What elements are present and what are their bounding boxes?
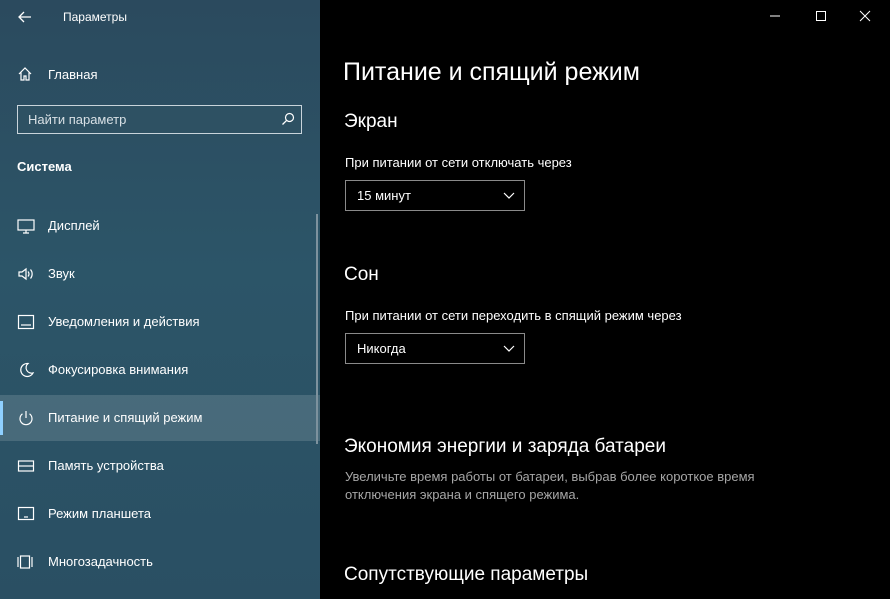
sidebar-scrollbar[interactable] bbox=[316, 214, 318, 444]
minimize-icon bbox=[770, 15, 780, 17]
screen-timeout-label: При питании от сети отключать через bbox=[345, 155, 572, 170]
sidebar: Параметры Главная Система Дисплей Звук bbox=[0, 0, 320, 599]
screen-timeout-dropdown[interactable]: 15 минут bbox=[345, 180, 525, 211]
sidebar-item-label: Многозадачность bbox=[48, 554, 153, 569]
sidebar-item-sound[interactable]: Звук bbox=[0, 251, 320, 297]
tablet-icon bbox=[17, 506, 35, 521]
sidebar-item-label: Питание и спящий режим bbox=[48, 410, 203, 425]
notifications-icon bbox=[17, 314, 35, 330]
sound-icon bbox=[18, 267, 33, 281]
multitasking-icon bbox=[17, 555, 33, 569]
sidebar-item-label: Дисплей bbox=[48, 218, 100, 233]
search-box bbox=[17, 105, 302, 134]
sidebar-item-display[interactable]: Дисплей bbox=[0, 203, 320, 249]
sidebar-item-label: Режим планшета bbox=[48, 506, 151, 521]
sidebar-item-focus[interactable]: Фокусировка внимания bbox=[0, 347, 320, 393]
sidebar-item-multitasking[interactable]: Многозадачность bbox=[0, 539, 320, 585]
maximize-icon bbox=[816, 11, 826, 21]
app-title: Параметры bbox=[63, 10, 127, 24]
sleep-timeout-value: Никогда bbox=[357, 341, 406, 356]
search-icon[interactable] bbox=[281, 112, 295, 126]
sidebar-item-storage[interactable]: Память устройства bbox=[0, 443, 320, 489]
battery-saving-description: Увеличьте время работы от батареи, выбра… bbox=[345, 469, 755, 502]
home-label: Главная bbox=[48, 67, 98, 82]
sidebar-item-label: Уведомления и действия bbox=[48, 314, 200, 329]
display-icon bbox=[17, 219, 35, 234]
sidebar-item-label: Память устройства bbox=[48, 458, 164, 473]
focus-moon-icon bbox=[20, 362, 35, 377]
sleep-heading: Сон bbox=[344, 264, 379, 285]
sidebar-item-label: Фокусировка внимания bbox=[48, 362, 189, 377]
maximize-button[interactable] bbox=[798, 0, 844, 32]
screen-timeout-value: 15 минут bbox=[357, 188, 411, 203]
close-icon bbox=[859, 10, 871, 22]
sidebar-item-tablet[interactable]: Режим планшета bbox=[0, 491, 320, 537]
home-link[interactable]: Главная bbox=[0, 58, 320, 90]
back-button[interactable] bbox=[10, 4, 40, 30]
section-title: Система bbox=[17, 159, 72, 174]
sidebar-item-power[interactable]: Питание и спящий режим bbox=[0, 395, 320, 441]
sleep-timeout-dropdown[interactable]: Никогда bbox=[345, 333, 525, 364]
chevron-down-icon bbox=[503, 345, 515, 352]
close-button[interactable] bbox=[842, 0, 888, 32]
related-settings-heading: Сопутствующие параметры bbox=[344, 564, 589, 585]
title-bar: Параметры bbox=[0, 0, 320, 34]
power-icon bbox=[19, 411, 33, 426]
storage-icon bbox=[17, 460, 35, 472]
search-input[interactable] bbox=[18, 106, 278, 132]
minimize-button[interactable] bbox=[752, 0, 798, 32]
sidebar-item-label: Звук bbox=[48, 266, 75, 281]
back-arrow-icon bbox=[18, 11, 31, 23]
sidebar-item-notifications[interactable]: Уведомления и действия bbox=[0, 299, 320, 345]
screen-heading: Экран bbox=[344, 111, 398, 132]
chevron-down-icon bbox=[503, 192, 515, 199]
page-title: Питание и спящий режим bbox=[343, 58, 640, 86]
battery-saving-heading: Экономия энергии и заряда батареи bbox=[344, 436, 666, 457]
main-content: Питание и спящий режим Экран При питании… bbox=[320, 0, 890, 599]
home-icon bbox=[18, 67, 32, 81]
sleep-timeout-label: При питании от сети переходить в спящий … bbox=[345, 308, 682, 323]
